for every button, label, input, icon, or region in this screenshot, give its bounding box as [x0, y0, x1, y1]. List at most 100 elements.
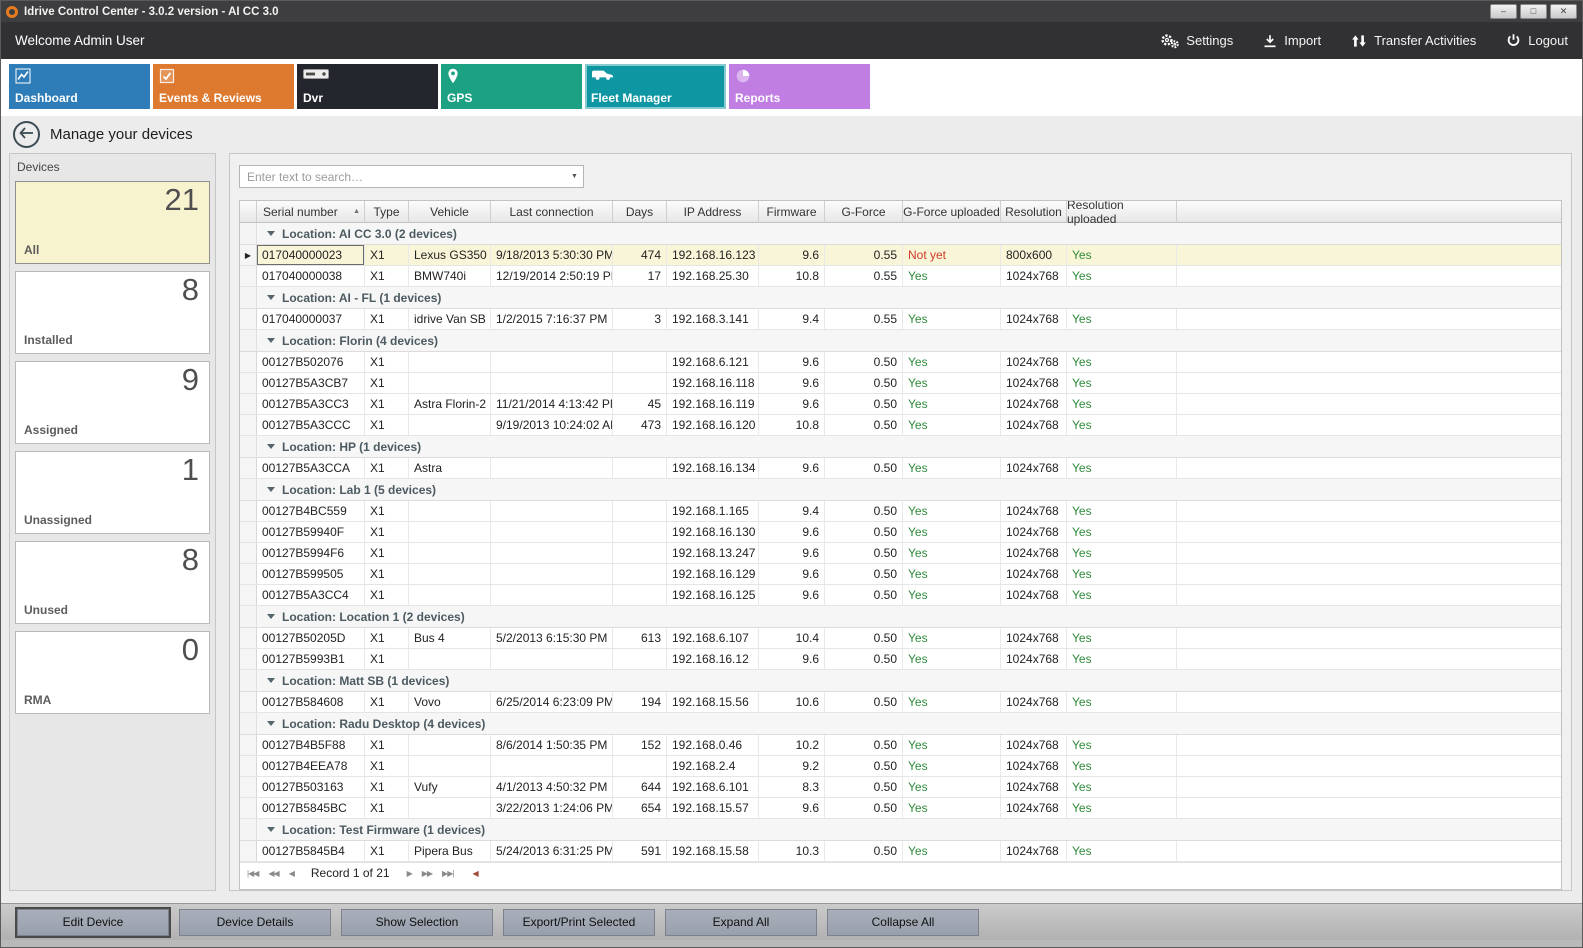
group-row-label: Location: Location 1 (2 devices)	[282, 610, 465, 624]
column-header-last_connection[interactable]: Last connection	[491, 201, 613, 222]
minimize-button[interactable]: –	[1490, 4, 1517, 19]
row-indicator	[240, 373, 257, 393]
collapse-arrow-icon	[267, 444, 275, 449]
cell-serial: 00127B584608	[257, 692, 365, 712]
device-row[interactable]: 00127B50205DX1Bus 45/2/2013 6:15:30 PM61…	[240, 628, 1561, 649]
group-row[interactable]: Location: Test Firmware (1 devices)	[240, 819, 1561, 841]
sort-asc-icon: ▲	[353, 208, 360, 215]
column-header-g_force_uploaded[interactable]: G-Force uploaded	[903, 201, 1001, 222]
cell-vehicle: Astra	[409, 458, 491, 478]
device-row[interactable]: 00127B5994F6X1192.168.13.2479.60.50Yes10…	[240, 543, 1561, 564]
device-row[interactable]: ▶017040000023X1Lexus GS3509/18/2013 5:30…	[240, 245, 1561, 266]
group-row[interactable]: Location: HP (1 devices)	[240, 436, 1561, 458]
device-filter-card-rma[interactable]: 0RMA	[15, 631, 210, 714]
column-header-label: Resolution	[1005, 205, 1062, 219]
pager-prev-icon[interactable]: ◀	[286, 869, 297, 878]
device-filter-card-unused[interactable]: 8Unused	[15, 541, 210, 624]
tab-dvr[interactable]: Dvr	[297, 64, 438, 109]
group-row[interactable]: Location: Matt SB (1 devices)	[240, 670, 1561, 692]
header-action-logout[interactable]: Logout	[1506, 33, 1568, 48]
device-row[interactable]: 00127B5845BCX13/22/2013 1:24:06 PM654192…	[240, 798, 1561, 819]
search-input[interactable]	[240, 166, 566, 187]
pager-next-icon[interactable]: ▶	[404, 869, 415, 878]
header-action-transfer-activities[interactable]: Transfer Activities	[1351, 33, 1476, 48]
expand-all-button[interactable]: Expand All	[665, 909, 817, 936]
pager-prev-page-icon[interactable]: ◀◀	[265, 869, 281, 878]
device-filter-card-unassigned[interactable]: 1Unassigned	[15, 451, 210, 534]
header-action-import[interactable]: Import	[1263, 33, 1321, 48]
cell-resolution: 1024x768	[1001, 522, 1067, 542]
device-row[interactable]: 00127B5993B1X1192.168.16.129.60.50Yes102…	[240, 649, 1561, 670]
cell-serial: 017040000037	[257, 309, 365, 329]
cell-g_force_uploaded: Yes	[903, 649, 1001, 669]
back-button[interactable]	[13, 121, 40, 148]
pager-first-icon[interactable]: |◀◀	[244, 869, 261, 878]
close-button[interactable]: ✕	[1550, 4, 1577, 19]
column-header-serial[interactable]: Serial number▲	[257, 201, 365, 222]
column-header-days[interactable]: Days	[613, 201, 667, 222]
device-row[interactable]: 00127B584608X1Vovo6/25/2014 6:23:09 PM19…	[240, 692, 1561, 713]
column-header-resolution[interactable]: Resolution	[1001, 201, 1067, 222]
main-panel: ▼ Serial number▲TypeVehicleLast connecti…	[229, 153, 1572, 891]
chevron-down-icon[interactable]: ▼	[566, 166, 583, 187]
maximize-button[interactable]: □	[1520, 4, 1547, 19]
device-row[interactable]: 00127B59940FX1192.168.16.1309.60.50Yes10…	[240, 522, 1561, 543]
device-row[interactable]: 00127B4EEA78X1192.168.2.49.20.50Yes1024x…	[240, 756, 1561, 777]
column-header-firmware[interactable]: Firmware	[759, 201, 825, 222]
cell-g_force: 0.50	[825, 692, 903, 712]
export-print-selected-button[interactable]: Export/Print Selected	[503, 909, 655, 936]
device-filter-card-all[interactable]: 21All	[15, 181, 210, 264]
column-header-type[interactable]: Type	[365, 201, 409, 222]
device-filter-card-assigned[interactable]: 9Assigned	[15, 361, 210, 444]
pager-edit-icon[interactable]: ◀	[472, 869, 478, 878]
tab-gps[interactable]: GPS	[441, 64, 582, 109]
device-filter-card-installed[interactable]: 8Installed	[15, 271, 210, 354]
tab-reports[interactable]: Reports	[729, 64, 870, 109]
tab-dashboard[interactable]: Dashboard	[9, 64, 150, 109]
cell-serial: 00127B5A3CC3	[257, 394, 365, 414]
device-row[interactable]: 017040000038X1BMW740i12/19/2014 2:50:19 …	[240, 266, 1561, 287]
device-row[interactable]: 00127B5A3CC4X1192.168.16.1259.60.50Yes10…	[240, 585, 1561, 606]
cell-type: X1	[365, 245, 409, 265]
tab-events-reviews[interactable]: Events & Reviews	[153, 64, 294, 109]
column-header-vehicle[interactable]: Vehicle	[409, 201, 491, 222]
device-row[interactable]: 00127B5845B4X1Pipera Bus5/24/2013 6:31:2…	[240, 841, 1561, 862]
group-row[interactable]: Location: Location 1 (2 devices)	[240, 606, 1561, 628]
group-row[interactable]: Location: Radu Desktop (4 devices)	[240, 713, 1561, 735]
tab-fleet-manager[interactable]: Fleet Manager	[585, 64, 726, 109]
cell-g_force: 0.50	[825, 373, 903, 393]
pager-last-icon[interactable]: ▶▶|	[439, 869, 456, 878]
header-action-settings[interactable]: Settings	[1160, 33, 1233, 49]
group-row[interactable]: Location: Lab 1 (5 devices)	[240, 479, 1561, 501]
device-details-button[interactable]: Device Details	[179, 909, 331, 936]
cell-resolution: 1024x768	[1001, 798, 1067, 818]
device-row[interactable]: 00127B503163X1Vufy4/1/2013 4:50:32 PM644…	[240, 777, 1561, 798]
group-row[interactable]: Location: AI CC 3.0 (2 devices)	[240, 223, 1561, 245]
device-filter-cards: 21All8Installed9Assigned1Unassigned8Unus…	[15, 181, 210, 714]
edit-device-button[interactable]: Edit Device	[17, 909, 169, 936]
device-row[interactable]: 00127B5A3CCAX1Astra192.168.16.1349.60.50…	[240, 458, 1561, 479]
device-row[interactable]: 00127B4B5F88X18/6/2014 1:50:35 PM152192.…	[240, 735, 1561, 756]
device-row[interactable]: 017040000037X1idrive Van SB1/2/2015 7:16…	[240, 309, 1561, 330]
window-frame-bottom	[1, 940, 1582, 947]
group-row[interactable]: Location: AI - FL (1 devices)	[240, 287, 1561, 309]
device-row[interactable]: 00127B4BC559X1192.168.1.1659.40.50Yes102…	[240, 501, 1561, 522]
column-header-resolution_uploaded[interactable]: Resolution uploaded	[1067, 201, 1177, 222]
cell-ip_address: 192.168.16.12	[667, 649, 759, 669]
device-row[interactable]: 00127B5A3CCCX19/19/2013 10:24:02 AM47319…	[240, 415, 1561, 436]
show-selection-button[interactable]: Show Selection	[341, 909, 493, 936]
column-header-g_force[interactable]: G-Force	[825, 201, 903, 222]
group-row-label: Location: Radu Desktop (4 devices)	[282, 717, 485, 731]
pager-next-page-icon[interactable]: ▶▶	[419, 869, 435, 878]
device-row[interactable]: 00127B5A3CC3X1Astra Florin-211/21/2014 4…	[240, 394, 1561, 415]
device-row[interactable]: 00127B5A3CB7X1192.168.16.1189.60.50Yes10…	[240, 373, 1561, 394]
group-row[interactable]: Location: Florin (4 devices)	[240, 330, 1561, 352]
device-row[interactable]: 00127B502076X1192.168.6.1219.60.50Yes102…	[240, 352, 1561, 373]
collapse-all-button[interactable]: Collapse All	[827, 909, 979, 936]
cell-firmware: 9.6	[759, 564, 825, 584]
column-header-ip_address[interactable]: IP Address	[667, 201, 759, 222]
cell-ip_address: 192.168.3.141	[667, 309, 759, 329]
cell-serial: 00127B50205D	[257, 628, 365, 648]
cell-g_force_uploaded: Yes	[903, 458, 1001, 478]
device-row[interactable]: 00127B599505X1192.168.16.1299.60.50Yes10…	[240, 564, 1561, 585]
